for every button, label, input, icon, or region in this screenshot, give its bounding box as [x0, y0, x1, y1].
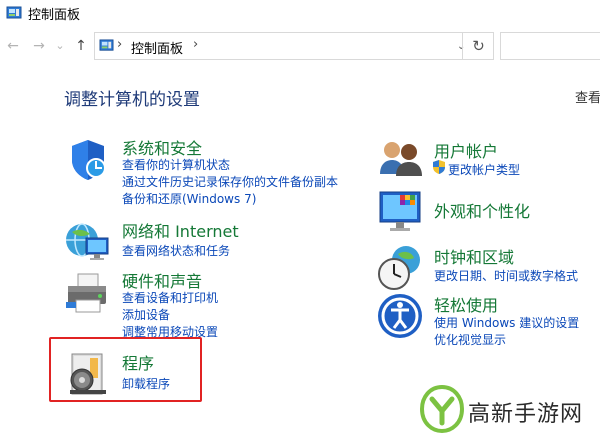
watermark-logo-icon: [419, 384, 465, 434]
title-bar: 控制面板: [0, 0, 600, 26]
category-system-security: 系统和安全 查看你的计算机状态 通过文件历史记录保存你的文件备份副本 备份和还原…: [64, 136, 364, 206]
category-title[interactable]: 轻松使用: [434, 292, 498, 316]
uac-shield-icon: [433, 160, 445, 174]
view-by-label[interactable]: 查看: [575, 87, 600, 106]
refresh-button[interactable]: ↻: [462, 32, 494, 60]
printer-icon[interactable]: [64, 268, 112, 316]
control-panel-icon: [6, 6, 22, 19]
highlight-box: [49, 337, 202, 402]
link-devices-printers[interactable]: 查看设备和打印机: [122, 289, 218, 306]
search-input[interactable]: [500, 32, 600, 60]
link-change-date-time-format[interactable]: 更改日期、时间或数字格式: [434, 267, 578, 284]
recent-locations-icon[interactable]: ⌄: [54, 37, 66, 55]
window-title: 控制面板: [28, 7, 81, 23]
category-title[interactable]: 外观和个性化: [434, 198, 530, 222]
page-title: 调整计算机的设置: [64, 90, 200, 110]
link-file-history-backup[interactable]: 通过文件历史记录保存你的文件备份副本: [122, 173, 338, 190]
category-title[interactable]: 用户帐户: [434, 138, 498, 162]
link-backup-restore[interactable]: 备份和还原(Windows 7): [122, 190, 256, 207]
category-clock-region: 时钟和区域 更改日期、时间或数字格式: [376, 244, 596, 290]
link-change-account-type[interactable]: 更改帐户类型: [448, 161, 520, 178]
link-view-computer-status[interactable]: 查看你的计算机状态: [122, 156, 230, 173]
up-arrow-icon[interactable]: ↑: [72, 37, 90, 55]
category-title[interactable]: 网络和 Internet: [122, 218, 239, 242]
clock-globe-icon[interactable]: [376, 244, 424, 292]
users-icon[interactable]: [376, 138, 426, 178]
link-optimize-visual-display[interactable]: 优化视觉显示: [434, 331, 506, 348]
control-panel-icon: [99, 39, 114, 51]
shield-icon[interactable]: [64, 136, 112, 184]
address-bar[interactable]: › 控制面板 › ⌄: [94, 32, 494, 60]
category-ease-of-access: 轻松使用 使用 Windows 建议的设置 优化视觉显示: [376, 292, 596, 347]
breadcrumb-control-panel[interactable]: 控制面板: [131, 38, 183, 57]
breadcrumb-separator[interactable]: ›: [193, 37, 198, 52]
category-title[interactable]: 时钟和区域: [434, 244, 514, 268]
category-network-internet: 网络和 Internet 查看网络状态和任务: [64, 218, 324, 262]
watermark: 高新手游网: [418, 383, 598, 435]
link-add-device[interactable]: 添加设备: [122, 306, 170, 323]
category-user-accounts: 用户帐户 更改帐户类型: [376, 138, 596, 178]
forward-arrow-icon[interactable]: →: [30, 37, 48, 55]
appearance-monitor-icon[interactable]: [376, 188, 424, 236]
link-windows-recommended-settings[interactable]: 使用 Windows 建议的设置: [434, 314, 579, 331]
network-globe-icon[interactable]: [64, 218, 112, 266]
category-appearance: 外观和个性化: [376, 188, 596, 236]
ease-of-access-icon[interactable]: [376, 292, 424, 340]
watermark-text: 高新手游网: [468, 402, 584, 427]
navigation-bar: ← → ⌄ ↑ › 控制面板 › ⌄ ↻: [0, 30, 600, 62]
link-network-status[interactable]: 查看网络状态和任务: [122, 242, 230, 259]
category-hardware-sound: 硬件和声音 查看设备和打印机 添加设备 调整常用移动设置: [64, 268, 324, 339]
breadcrumb-separator[interactable]: ›: [117, 37, 122, 52]
back-arrow-icon[interactable]: ←: [4, 37, 22, 55]
